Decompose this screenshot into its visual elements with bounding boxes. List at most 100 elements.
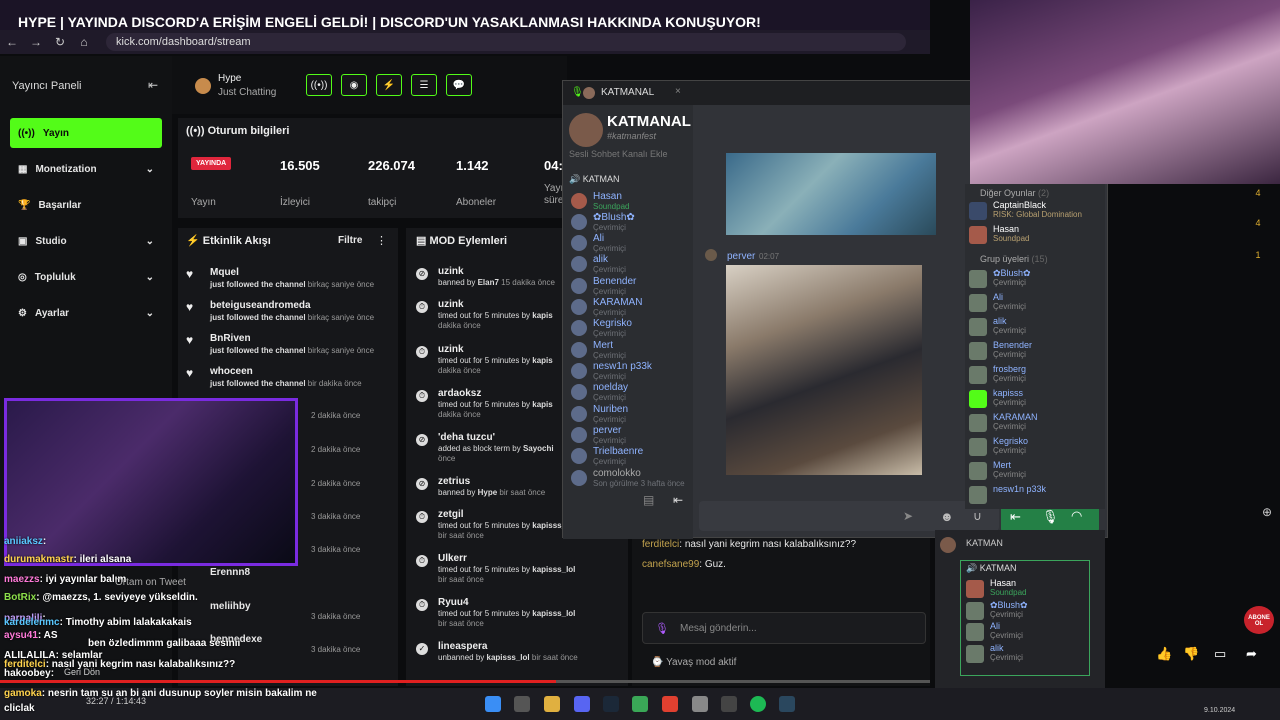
- chat-button[interactable]: 💬: [446, 74, 472, 96]
- quick-action-button[interactable]: ⚡: [376, 74, 402, 96]
- avatar: [571, 214, 587, 230]
- headphones-icon[interactable]: ◠: [1071, 508, 1082, 524]
- sidebar-item-yayin[interactable]: ((•)) Yayın: [10, 118, 162, 148]
- sidebar-item-ayarlar[interactable]: ⚙ Ayarlar ⌄: [10, 298, 162, 328]
- dislike-icon[interactable]: 👎: [1183, 646, 1199, 662]
- member-item[interactable]: ✿Blush✿ Çevrimiçi: [969, 268, 1099, 290]
- avatar: [705, 249, 717, 261]
- voice-member[interactable]: Mert Çevrimiçi: [567, 340, 691, 360]
- avatar: [571, 427, 587, 443]
- member-item[interactable]: Mert Çevrimiçi: [969, 460, 1099, 482]
- close-icon[interactable]: ×: [675, 86, 681, 97]
- address-bar: ← → ↻ ⌂ kick.com/dashboard/stream: [0, 30, 930, 54]
- voice-member[interactable]: perver Çevrimiçi: [567, 425, 691, 445]
- forward-icon[interactable]: →: [24, 35, 48, 49]
- spotify-icon[interactable]: [750, 696, 766, 712]
- voice-member[interactable]: Trielbaenre Çevrimiçi: [567, 446, 691, 466]
- subscribe-button[interactable]: ABONE OL: [1244, 606, 1274, 634]
- collapse-sidebar-icon[interactable]: ⇤: [148, 78, 158, 92]
- sidebar-item-topluluk[interactable]: ◎ Topluluk ⌄: [10, 262, 162, 292]
- activity-time: 2 dakika önce: [311, 411, 361, 420]
- app-icon[interactable]: [662, 696, 678, 712]
- voice-member[interactable]: Benender Çevrimiçi: [567, 276, 691, 296]
- camera-button[interactable]: ◉: [341, 74, 367, 96]
- member-item[interactable]: Hasan Soundpad: [969, 224, 1099, 246]
- voice-member[interactable]: nesw1n p33k Çevrimiçi: [567, 361, 691, 381]
- voice-member[interactable]: ✿Blush✿ Çevrimiçi: [567, 212, 691, 232]
- member-item[interactable]: KARAMAN Çevrimiçi: [969, 412, 1099, 434]
- shared-image[interactable]: [726, 153, 936, 235]
- reload-icon[interactable]: ↻: [48, 35, 72, 49]
- shared-image[interactable]: [726, 265, 922, 475]
- leave-icon[interactable]: ⇤: [673, 493, 683, 507]
- voice-member[interactable]: Nuriben Çevrimiçi: [567, 404, 691, 424]
- member-item[interactable]: ✿Blush✿ Çevrimiçi: [966, 600, 1096, 622]
- voice-member[interactable]: Kegrisko Çevrimiçi: [567, 318, 691, 338]
- avatar: [571, 406, 587, 422]
- chrome-icon[interactable]: [632, 696, 648, 712]
- voice-member[interactable]: alik Çevrimiçi: [567, 254, 691, 274]
- discord-icon[interactable]: [574, 696, 590, 712]
- url-input[interactable]: kick.com/dashboard/stream: [106, 33, 906, 51]
- count-badge: 1: [1255, 250, 1261, 260]
- send-icon[interactable]: ➤: [903, 509, 913, 523]
- member-item[interactable]: alik Çevrimiçi: [966, 643, 1096, 665]
- sidebar-item-monetization[interactable]: ▦ Monetization ⌄: [10, 154, 162, 184]
- start-icon[interactable]: [485, 696, 501, 712]
- mini-voice-channel[interactable]: 🔊 KATMAN: [966, 563, 1017, 574]
- obs-icon[interactable]: [721, 696, 737, 712]
- member-item[interactable]: Ali Çevrimiçi: [969, 292, 1099, 314]
- duration-label: Yayı süre: [544, 183, 564, 206]
- member-item[interactable]: kapisss Çevrimiçi: [969, 388, 1099, 410]
- member-item[interactable]: Hasan Soundpad: [966, 578, 1096, 600]
- inbox-icon[interactable]: ▤: [643, 493, 654, 507]
- sidebar-item-basarilar[interactable]: 🏆 Başarılar: [10, 190, 162, 220]
- unban-icon: ✓: [416, 643, 428, 655]
- add-icon[interactable]: ⊕: [1262, 505, 1272, 519]
- voice-member[interactable]: comolokko Son görülme 3 hafta önce: [567, 468, 691, 488]
- microphone-icon[interactable]: 🎙: [1042, 509, 1059, 525]
- member-item[interactable]: nesw1n p33k: [969, 484, 1099, 506]
- explorer-icon[interactable]: [544, 696, 560, 712]
- post-author[interactable]: perver: [727, 251, 755, 262]
- member-item[interactable]: Kegrisko Çevrimiçi: [969, 436, 1099, 458]
- task-view-icon[interactable]: [514, 696, 530, 712]
- home-icon[interactable]: ⌂: [72, 35, 96, 49]
- voice-member[interactable]: noelday Çevrimiçi: [567, 382, 691, 402]
- emoji-icon[interactable]: ☻: [940, 509, 954, 524]
- member-item[interactable]: CaptainBlack RISK: Global Domination: [969, 200, 1099, 222]
- voice-member[interactable]: Hasan Soundpad: [567, 191, 691, 211]
- member-item[interactable]: alik Çevrimiçi: [969, 316, 1099, 338]
- app-icon[interactable]: [692, 696, 708, 712]
- activity-time: 2 dakika önce: [311, 479, 361, 488]
- back-icon[interactable]: ←: [0, 35, 24, 49]
- microphone-icon[interactable]: 🎙: [655, 622, 669, 635]
- back-link[interactable]: Geri Dön: [64, 667, 100, 677]
- discord-message-input[interactable]: [699, 501, 999, 531]
- voice-member[interactable]: Ali Çevrimiçi: [567, 233, 691, 253]
- member-item[interactable]: Ali Çevrimiçi: [966, 621, 1096, 643]
- voice-channel[interactable]: 🔊 KATMAN: [569, 174, 620, 185]
- avatar: [969, 294, 987, 312]
- share-icon[interactable]: ➦: [1246, 646, 1257, 662]
- overlay-chat-line: hakoobey:: [4, 668, 55, 679]
- disconnect-icon[interactable]: ⇤: [1010, 509, 1021, 525]
- steam-icon[interactable]: [779, 696, 795, 712]
- notes-button[interactable]: ☰: [411, 74, 437, 96]
- like-icon[interactable]: 👍: [1156, 646, 1172, 662]
- member-item[interactable]: frosberg Çevrimiçi: [969, 364, 1099, 386]
- attach-icon[interactable]: ∪: [973, 509, 982, 523]
- filter-button[interactable]: Filtre: [338, 235, 362, 246]
- member-item[interactable]: Benender Çevrimiçi: [969, 340, 1099, 362]
- add-channel[interactable]: Sesli Sohbet Kanalı Ekle: [569, 149, 668, 159]
- voice-member[interactable]: KARAMAN Çevrimiçi: [567, 297, 691, 317]
- viewers-value: 16.505: [280, 158, 320, 173]
- discord-tab[interactable]: KATMANAL: [601, 87, 654, 98]
- more-options-icon[interactable]: ⋮: [376, 234, 387, 247]
- sidebar-item-studio[interactable]: ▣ Studio ⌄: [10, 226, 162, 256]
- server-avatar: [583, 87, 595, 99]
- comment-icon[interactable]: ▭: [1214, 646, 1226, 662]
- broadcast-button[interactable]: ((•)): [306, 74, 332, 96]
- steam-icon[interactable]: [603, 696, 619, 712]
- studio-icon: ▣: [18, 235, 28, 247]
